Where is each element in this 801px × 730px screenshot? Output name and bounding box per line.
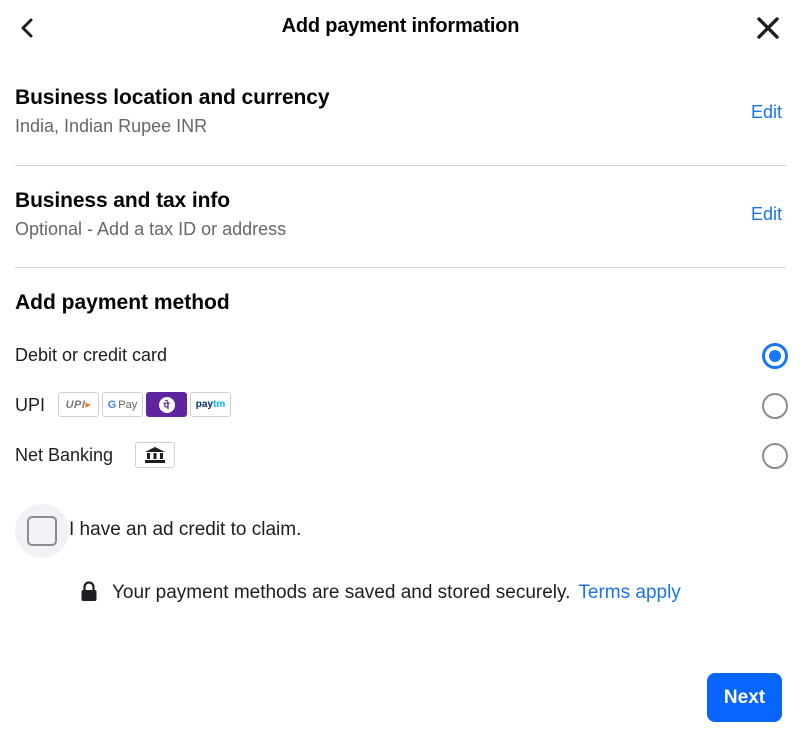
upi-radio[interactable]	[762, 393, 788, 419]
upi-logos: UPI ▸ G Pay पे pay tm	[58, 392, 231, 417]
ad-credit-label: I have an ad credit to claim.	[69, 519, 302, 540]
section-subtitle: Optional - Add a tax ID or address	[15, 219, 287, 239]
dialog-header: Add payment information	[0, 0, 801, 56]
option-label: Debit or credit card	[15, 345, 168, 365]
business-location-section: Business location and currency India, In…	[15, 86, 786, 137]
edit-location-link[interactable]: Edit	[751, 102, 782, 123]
close-icon	[757, 17, 779, 39]
gpay-logo-icon: G Pay	[102, 392, 143, 417]
business-tax-section: Business and tax info Optional - Add a t…	[15, 189, 786, 240]
section-title: Business and tax info	[15, 189, 230, 212]
divider	[15, 165, 786, 166]
paytm-logo-icon: pay tm	[190, 392, 231, 417]
edit-tax-link[interactable]: Edit	[751, 204, 782, 225]
divider	[15, 267, 786, 268]
payment-option-netbanking[interactable]: Net Banking	[15, 439, 788, 473]
option-label: UPI	[15, 395, 46, 415]
section-subtitle: India, Indian Rupee INR	[15, 116, 208, 136]
option-label: Net Banking	[15, 445, 114, 465]
card-radio[interactable]	[762, 343, 788, 369]
ad-credit-option[interactable]: I have an ad credit to claim.	[15, 504, 415, 558]
ad-credit-checkbox[interactable]	[27, 516, 57, 546]
close-button[interactable]	[754, 14, 782, 42]
paytm-tm: tm	[213, 399, 226, 410]
bank-icon	[145, 447, 165, 463]
netbanking-radio[interactable]	[762, 443, 788, 469]
payment-option-card[interactable]: Debit or credit card	[15, 339, 788, 373]
payment-option-upi[interactable]: UPI UPI ▸ G Pay पे pay tm	[15, 389, 788, 423]
security-text: Your payment methods are saved and store…	[112, 582, 571, 603]
phonepe-logo-icon: पे	[146, 392, 187, 417]
section-title: Business location and currency	[15, 86, 330, 109]
upi-logo-icon: UPI ▸	[58, 392, 99, 417]
dialog-title: Add payment information	[281, 15, 520, 37]
bank-logo	[135, 442, 175, 468]
payment-method-title: Add payment method	[15, 291, 230, 314]
terms-apply-link[interactable]: Terms apply	[578, 582, 680, 603]
lock-icon	[81, 581, 97, 601]
next-button[interactable]: Next	[707, 673, 782, 722]
upi-logo-text: UPI	[65, 398, 86, 411]
security-text-wrap: Your payment methods are saved and store…	[112, 582, 681, 604]
phonepe-glyph: पे	[158, 396, 175, 413]
paytm-pay: pay	[195, 399, 213, 410]
gpay-g: G	[107, 398, 117, 411]
gpay-text: Pay	[118, 398, 138, 411]
